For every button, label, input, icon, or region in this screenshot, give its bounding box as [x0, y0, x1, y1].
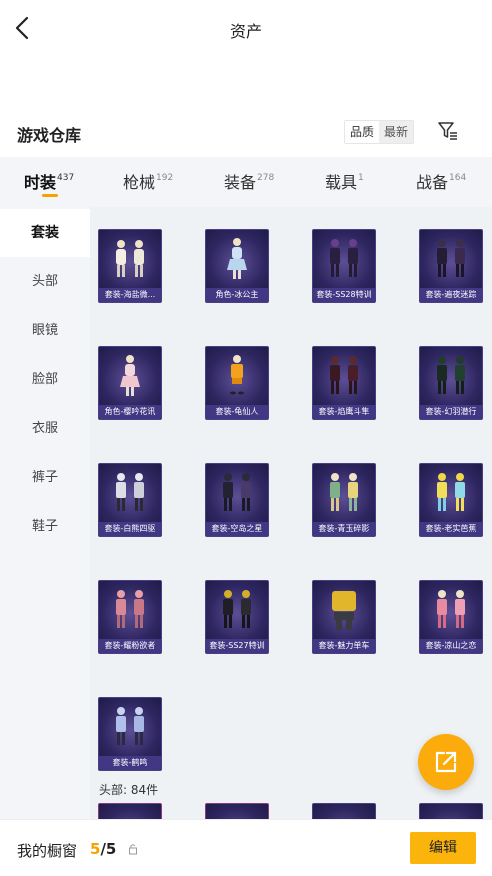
filter-button[interactable] [437, 120, 459, 142]
item-card[interactable]: 套装-遍夜迷踪 [419, 229, 483, 303]
showcase-count-total: /5 [100, 840, 117, 858]
sidebar-item-pants[interactable]: 裤子 [0, 454, 90, 502]
tab-label: 战备 [416, 173, 449, 192]
item-name: 套装-龟仙人 [206, 405, 268, 419]
item-card[interactable] [205, 803, 269, 819]
outfit-image [332, 591, 356, 630]
item-card[interactable] [98, 803, 162, 819]
outfit-image [116, 240, 144, 277]
section-label-head: 头部: 84件 [99, 783, 159, 797]
item-card[interactable]: 套装-耀粉欲者 [98, 580, 162, 654]
item-name: 套装-魅力单车 [313, 639, 375, 653]
item-card[interactable]: 套装-幻羽潜行 [419, 346, 483, 420]
outfit-image [437, 239, 465, 277]
item-name: 套装-老实芭蕉 [420, 522, 482, 536]
item-card[interactable] [419, 803, 483, 819]
tab-label: 装备 [224, 173, 257, 192]
showcase-label: 我的橱窗 [17, 842, 78, 860]
item-grid: 套装-海盐微... 角色-冰公主 套装-SS28特训 套装-遍夜迷踪 角色-樱吟… [90, 207, 492, 819]
item-card[interactable]: 套装-SS27特训 [205, 580, 269, 654]
item-card[interactable] [312, 803, 376, 819]
bottom-bar: 我的橱窗 5/5 编辑 [0, 819, 492, 876]
outfit-image [116, 473, 144, 511]
item-card[interactable]: 角色-冰公主 [205, 229, 269, 303]
item-name: 套装-焰鹰斗隼 [313, 405, 375, 419]
lock-icon [129, 844, 137, 855]
outfit-image [116, 590, 144, 628]
warehouse-title: 游戏仓库 [17, 126, 82, 145]
item-name: 套装-耀粉欲者 [99, 639, 161, 653]
item-name: 套装-空岛之星 [206, 522, 268, 536]
outfit-image [437, 590, 465, 628]
item-name: 套装-白熊四驱 [99, 522, 161, 536]
sidebar-item-head[interactable]: 头部 [0, 258, 90, 306]
outfit-image [223, 473, 251, 511]
outfit-image [330, 239, 358, 277]
sidebar: 套装 头部 眼镜 脸部 衣服 裤子 鞋子 [0, 207, 90, 819]
item-card[interactable]: 套装-龟仙人 [205, 346, 269, 420]
item-name: 套装-青玉碎影 [313, 522, 375, 536]
sidebar-item-clothes[interactable]: 衣服 [0, 405, 90, 453]
item-card[interactable]: 套装-白熊四驱 [98, 463, 162, 537]
item-card[interactable]: 套装-魅力单车 [312, 580, 376, 654]
item-name: 角色-冰公主 [206, 288, 268, 302]
item-card[interactable]: 套装-凉山之恋 [419, 580, 483, 654]
outfit-image [330, 473, 358, 511]
tab-label: 枪械 [123, 173, 156, 192]
sidebar-item-face[interactable]: 脸部 [0, 356, 90, 404]
tab-count: 278 [257, 173, 275, 183]
outfit-image [120, 355, 140, 396]
tab-supplies[interactable]: 战备164 [416, 169, 466, 193]
active-tab-indicator [42, 194, 58, 197]
item-card[interactable]: 套装-海盐微... [98, 229, 162, 303]
outfit-image [437, 473, 465, 511]
item-card[interactable]: 套装-SS28特训 [312, 229, 376, 303]
category-tabs: 时装437 枪械192 装备278 载具1 战备164 [0, 157, 492, 207]
tab-vehicles[interactable]: 载具1 [325, 169, 364, 193]
share-external-icon [435, 751, 457, 773]
share-button[interactable] [418, 734, 474, 790]
item-name: 套装-遍夜迷踪 [420, 288, 482, 302]
tab-label: 时装 [24, 173, 57, 192]
sidebar-item-shoes[interactable]: 鞋子 [0, 503, 90, 551]
outfit-image [223, 590, 251, 628]
tab-equipment[interactable]: 装备278 [224, 169, 274, 193]
tab-count: 1 [358, 173, 364, 183]
sidebar-item-suit[interactable]: 套装 [0, 209, 90, 257]
sort-newest[interactable]: 最新 [379, 121, 414, 143]
sidebar-item-glasses[interactable]: 眼镜 [0, 307, 90, 355]
item-name: 角色-樱吟花讯 [99, 405, 161, 419]
tab-count: 192 [156, 173, 174, 183]
showcase-count: 5/5 [90, 840, 116, 858]
item-card[interactable]: 套装-焰鹰斗隼 [312, 346, 376, 420]
top-bar: 资产 [0, 0, 492, 58]
showcase-count-current: 5 [90, 840, 101, 858]
item-name: 套装-SS27特训 [206, 639, 268, 653]
item-name: 套装-海盐微... [99, 288, 161, 302]
sort-toggle: 品质 最新 [344, 120, 415, 144]
filter-icon [438, 122, 457, 140]
outfit-image [116, 707, 144, 745]
tab-guns[interactable]: 枪械192 [123, 169, 173, 193]
item-card[interactable]: 角色-樱吟花讯 [98, 346, 162, 420]
outfit-image [230, 355, 244, 395]
item-name: 套装-凉山之恋 [420, 639, 482, 653]
outfit-image [437, 356, 465, 394]
outfit-image [227, 238, 247, 279]
item-name: 套装-幻羽潜行 [420, 405, 482, 419]
edit-button[interactable]: 编辑 [410, 832, 476, 864]
item-name: 套装-鹤鸣 [99, 756, 161, 770]
page-title: 资产 [229, 22, 262, 41]
item-card[interactable]: 套装-鹤鸣 [98, 697, 162, 771]
item-card[interactable]: 套装-青玉碎影 [312, 463, 376, 537]
tab-count: 164 [449, 173, 467, 183]
item-card[interactable]: 套装-老实芭蕉 [419, 463, 483, 537]
tab-fashion[interactable]: 时装437 [24, 169, 74, 193]
item-name: 套装-SS28特训 [313, 288, 375, 302]
tab-count: 437 [57, 173, 75, 183]
outfit-image [330, 356, 358, 394]
sort-quality[interactable]: 品质 [345, 121, 380, 143]
tab-label: 载具 [325, 173, 358, 192]
item-card[interactable]: 套装-空岛之星 [205, 463, 269, 537]
